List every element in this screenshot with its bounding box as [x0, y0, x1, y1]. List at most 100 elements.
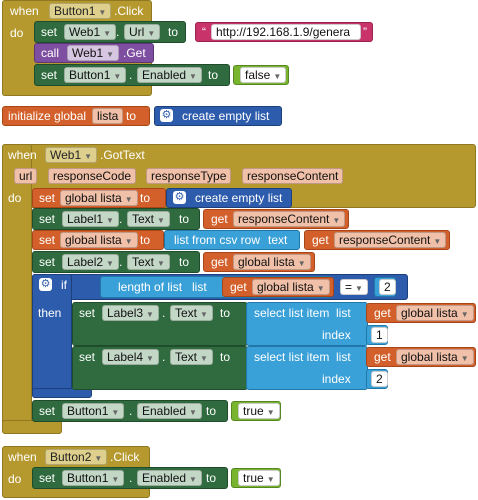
var-dropdown-global-lista[interactable]: global lista ▼: [233, 254, 311, 270]
get-keyword: get: [374, 306, 391, 320]
create-empty-list-label: create empty list: [195, 191, 283, 205]
dot: .: [119, 212, 123, 226]
component-dropdown-button1[interactable]: Button1 ▼: [62, 470, 125, 486]
event-name: .Click: [114, 4, 144, 18]
when-keyword: when: [8, 450, 37, 464]
component-dropdown-web1[interactable]: Web1 ▼: [64, 24, 117, 40]
var-dropdown-responsecontent[interactable]: responseContent ▼: [334, 232, 447, 248]
set-keyword: set: [79, 350, 96, 364]
list-from-csv-row-label: list from csv row: [174, 233, 261, 247]
text-param-label: text: [268, 233, 288, 247]
to-keyword: to: [179, 212, 190, 226]
property-dropdown-enabled[interactable]: Enabled ▼: [137, 470, 202, 486]
get-keyword: get: [211, 212, 228, 226]
component-dropdown-label4[interactable]: Label4 ▼: [102, 349, 159, 365]
initialize-global-label: initialize global: [8, 109, 87, 123]
var-dropdown-global-lista[interactable]: global lista ▼: [396, 349, 474, 365]
if-keyword: if: [61, 278, 67, 292]
global-var-name-field[interactable]: lista: [92, 108, 124, 124]
get-keyword: get: [312, 233, 329, 247]
set-keyword: set: [39, 471, 56, 485]
param-responsetype[interactable]: responseType: [146, 168, 232, 184]
to-keyword: to: [220, 306, 231, 320]
list-param-label: list: [336, 350, 351, 364]
set-keyword: set: [39, 191, 56, 205]
property-dropdown-text[interactable]: Text ▼: [170, 305, 213, 321]
component-dropdown-label3[interactable]: Label3 ▼: [102, 305, 159, 321]
url-text-field[interactable]: http://192.168.1.9/genera: [211, 24, 361, 40]
get-keyword: get: [230, 280, 247, 294]
to-keyword: to: [208, 68, 219, 82]
property-dropdown-text[interactable]: Text ▼: [127, 211, 170, 227]
to-keyword: to: [179, 255, 190, 269]
dot: .: [129, 68, 133, 82]
index-param-label: index: [322, 328, 351, 342]
list-param-label: list: [336, 306, 351, 320]
component-dropdown-label1[interactable]: Label1 ▼: [62, 211, 119, 227]
component-dropdown-button1[interactable]: Button1 ▼: [64, 67, 127, 83]
do-keyword: do: [8, 472, 22, 486]
when-web1-gottext-left-frame: [2, 144, 32, 432]
when-web1-gottext-bottom-frame: [2, 420, 62, 434]
length-of-list-label: length of list: [118, 280, 183, 294]
number-field-2[interactable]: 2: [379, 279, 396, 295]
quote-close-icon: ”: [363, 25, 367, 39]
var-dropdown-global-lista[interactable]: global lista ▼: [252, 279, 330, 295]
dot: .: [119, 255, 123, 269]
dot: .: [116, 25, 120, 39]
index-param-label: index: [322, 372, 351, 386]
dot: .: [162, 350, 166, 364]
set-keyword: set: [39, 404, 56, 418]
component-dropdown-button2[interactable]: Button2 ▼: [45, 449, 108, 465]
dot: .: [129, 404, 133, 418]
then-keyword: then: [38, 306, 62, 320]
component-dropdown-web1-call[interactable]: Web1 ▼: [67, 45, 120, 61]
get-keyword: get: [211, 255, 228, 269]
set-keyword: set: [79, 306, 96, 320]
gear-icon[interactable]: ⚙: [173, 191, 186, 204]
property-dropdown-url[interactable]: Url ▼: [124, 24, 161, 40]
var-dropdown-global-lista[interactable]: global lista ▼: [60, 232, 138, 248]
method-get: .Get: [123, 46, 146, 60]
boolean-dropdown-true[interactable]: true ▼: [238, 470, 280, 486]
set-keyword: set: [41, 25, 58, 39]
to-keyword: to: [140, 191, 151, 205]
do-keyword: do: [10, 26, 24, 40]
gear-icon[interactable]: ⚙: [160, 109, 173, 122]
quote-open-icon: “: [202, 25, 206, 39]
var-dropdown-global-lista[interactable]: global lista ▼: [396, 305, 474, 321]
to-keyword: to: [140, 233, 151, 247]
component-dropdown-web1-event[interactable]: Web1 ▼: [45, 147, 98, 163]
set-keyword: set: [39, 233, 56, 247]
list-param-label: list: [192, 280, 207, 294]
property-dropdown-text[interactable]: Text ▼: [170, 349, 213, 365]
set-keyword: set: [39, 255, 56, 269]
number-field-2[interactable]: 2: [371, 371, 388, 387]
component-dropdown-button1[interactable]: Button1 ▼: [62, 403, 125, 419]
param-responsecode[interactable]: responseCode: [48, 168, 137, 184]
component-dropdown-label2[interactable]: Label2 ▼: [62, 254, 119, 270]
event-name: .Click: [110, 450, 140, 464]
boolean-dropdown-false[interactable]: false ▼: [240, 67, 287, 83]
to-keyword: to: [206, 404, 217, 418]
boolean-dropdown-true[interactable]: true ▼: [238, 403, 280, 419]
set-keyword: set: [39, 212, 56, 226]
when-keyword: when: [8, 148, 37, 162]
property-dropdown-enabled[interactable]: Enabled ▼: [137, 67, 202, 83]
call-keyword: call: [41, 46, 60, 60]
get-keyword: get: [374, 350, 391, 364]
property-dropdown-text[interactable]: Text ▼: [127, 254, 170, 270]
compare-operator-dropdown[interactable]: = ▼: [340, 279, 368, 295]
param-url[interactable]: url: [14, 168, 38, 184]
dot: .: [162, 306, 166, 320]
property-dropdown-enabled[interactable]: Enabled ▼: [137, 403, 202, 419]
gear-icon[interactable]: ⚙: [39, 278, 52, 291]
select-list-item-label: select list item: [254, 350, 330, 364]
number-field-1[interactable]: 1: [371, 327, 388, 343]
to-keyword: to: [168, 25, 179, 39]
var-dropdown-global-lista[interactable]: global lista ▼: [60, 190, 138, 206]
select-list-item-label: select list item: [254, 306, 330, 320]
param-responsecontent[interactable]: responseContent: [242, 168, 344, 184]
var-dropdown-responsecontent[interactable]: responseContent ▼: [233, 211, 346, 227]
component-dropdown-button1[interactable]: Button1 ▼: [49, 3, 112, 19]
